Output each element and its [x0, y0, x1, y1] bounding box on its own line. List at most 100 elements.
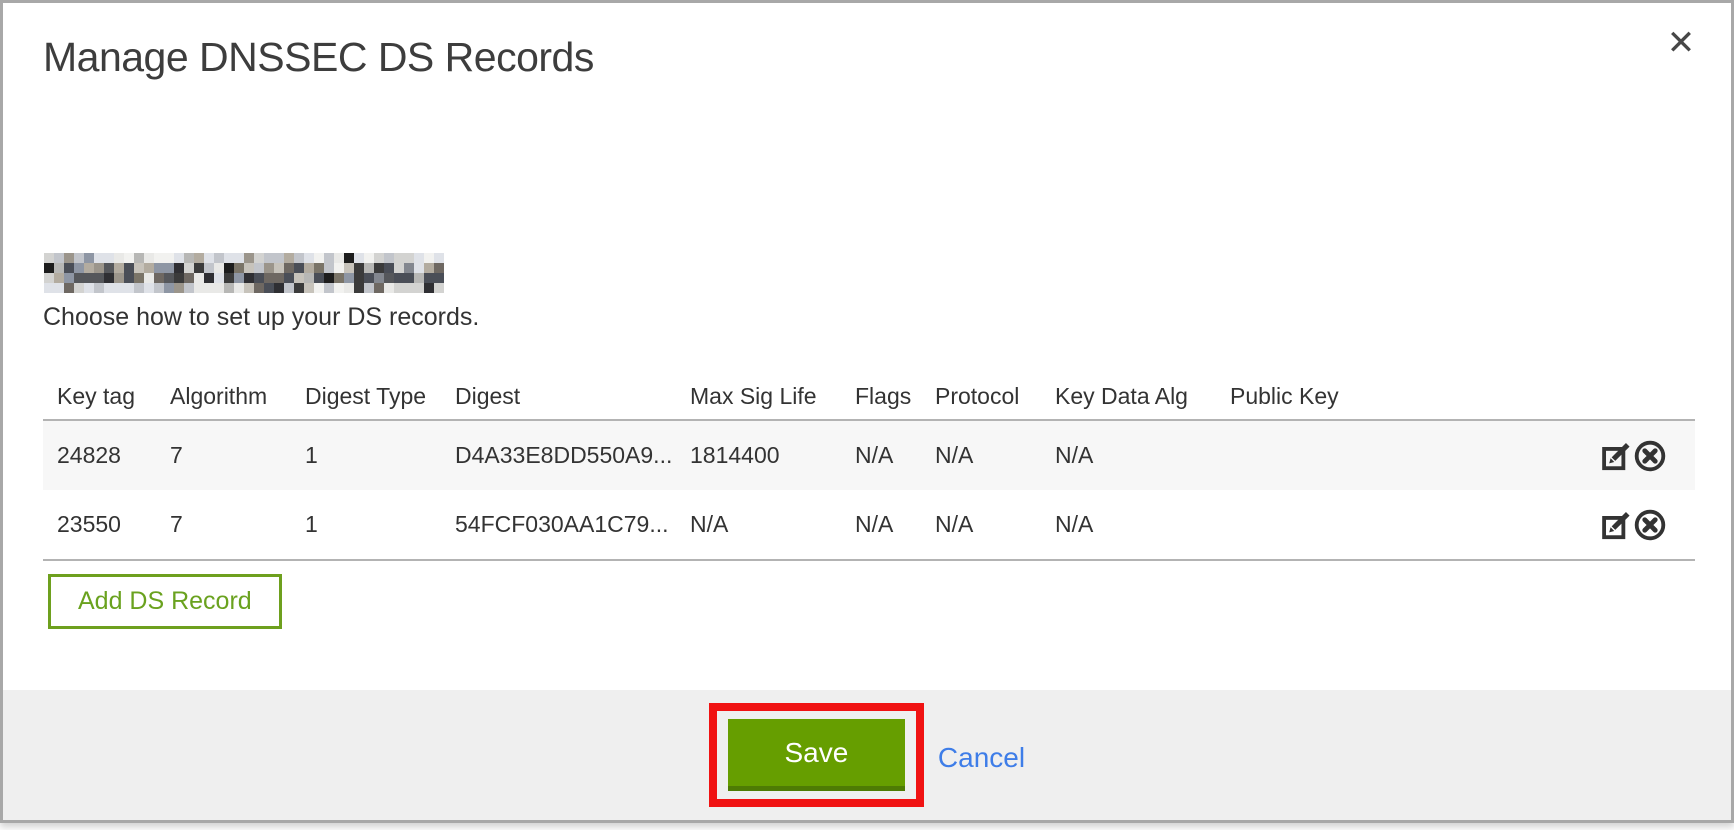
cell-flags: N/A: [843, 420, 923, 490]
redacted-pixel: [154, 283, 164, 293]
column-header-max-sig-life: Max Sig Life: [678, 373, 843, 420]
redacted-pixel: [334, 253, 344, 263]
redacted-pixel: [424, 263, 434, 273]
redacted-pixel: [344, 273, 354, 283]
cell-flags: N/A: [843, 490, 923, 560]
redacted-pixel: [64, 273, 74, 283]
delete-record-button[interactable]: [1633, 439, 1667, 473]
table-row: 2482871D4A33E8DD550A9...1814400N/AN/AN/A: [43, 420, 1695, 490]
redacted-pixel: [274, 273, 284, 283]
redacted-pixel: [134, 273, 144, 283]
row-actions: [1585, 490, 1695, 560]
redacted-pixel: [314, 273, 324, 283]
redacted-pixel: [224, 283, 234, 293]
redacted-pixel: [124, 263, 134, 273]
redacted-pixel: [404, 253, 414, 263]
redacted-pixel: [344, 263, 354, 273]
column-header-flags: Flags: [843, 373, 923, 420]
redacted-pixel: [344, 253, 354, 263]
redacted-pixel: [154, 253, 164, 263]
delete-record-button[interactable]: [1633, 508, 1667, 542]
redacted-pixel: [134, 283, 144, 293]
edit-icon: [1599, 508, 1633, 542]
redacted-pixel: [44, 283, 54, 293]
redacted-pixel: [344, 283, 354, 293]
redacted-pixel: [304, 283, 314, 293]
redacted-pixel: [74, 273, 84, 283]
save-button[interactable]: Save: [728, 719, 905, 791]
redacted-pixel: [294, 253, 304, 263]
redacted-pixel: [144, 253, 154, 263]
redacted-pixel: [284, 263, 294, 273]
redacted-pixel: [264, 263, 274, 273]
redacted-pixel: [234, 283, 244, 293]
redacted-pixel: [394, 273, 404, 283]
redacted-pixel: [224, 253, 234, 263]
redacted-pixel: [374, 263, 384, 273]
redacted-pixel: [334, 283, 344, 293]
redacted-pixel: [254, 283, 264, 293]
redacted-pixel: [234, 253, 244, 263]
redacted-pixel: [244, 263, 254, 273]
edit-record-button[interactable]: [1599, 439, 1633, 473]
cell-digest: 54FCF030AA1C79...: [443, 490, 678, 560]
redacted-pixel: [304, 263, 314, 273]
redacted-pixel: [114, 283, 124, 293]
redacted-pixel: [424, 253, 434, 263]
redacted-pixel: [374, 283, 384, 293]
redacted-pixel: [134, 263, 144, 273]
redacted-pixel: [234, 263, 244, 273]
redacted-pixel: [334, 273, 344, 283]
redacted-pixel: [414, 273, 424, 283]
redacted-pixel: [314, 253, 324, 263]
redacted-pixel: [134, 253, 144, 263]
cell-key-data-alg: N/A: [1043, 420, 1218, 490]
redacted-pixel: [354, 253, 364, 263]
redacted-pixel: [244, 253, 254, 263]
cell-public-key: [1218, 490, 1585, 560]
instruction-text: Choose how to set up your DS records.: [43, 301, 1731, 333]
redacted-pixel: [44, 263, 54, 273]
redacted-pixel: [304, 253, 314, 263]
redacted-pixel: [84, 273, 94, 283]
add-ds-record-button[interactable]: Add DS Record: [48, 574, 282, 629]
redacted-pixel: [324, 283, 334, 293]
redacted-pixel: [434, 253, 444, 263]
redacted-pixel: [84, 283, 94, 293]
redacted-pixel: [204, 283, 214, 293]
column-header-key-tag: Key tag: [43, 373, 158, 420]
redacted-pixel: [114, 253, 124, 263]
redacted-pixel: [214, 263, 224, 273]
redacted-pixel: [144, 273, 154, 283]
redacted-pixel: [324, 263, 334, 273]
redacted-pixel: [274, 283, 284, 293]
redacted-domain-name: [44, 253, 444, 293]
redacted-pixel: [64, 263, 74, 273]
redacted-pixel: [214, 273, 224, 283]
cell-key-data-alg: N/A: [1043, 490, 1218, 560]
dialog-footer: Save Cancel: [3, 690, 1731, 820]
close-button[interactable]: ✕: [1659, 21, 1703, 65]
close-icon: ✕: [1667, 26, 1696, 60]
column-header-digest-type: Digest Type: [293, 373, 443, 420]
manage-dnssec-dialog: ✕ Manage DNSSEC DS Records Choose how to…: [0, 0, 1734, 823]
redacted-pixel: [294, 273, 304, 283]
redacted-pixel: [174, 263, 184, 273]
redacted-pixel: [64, 253, 74, 263]
cell-digest: D4A33E8DD550A9...: [443, 420, 678, 490]
cancel-link[interactable]: Cancel: [938, 742, 1025, 774]
redacted-pixel: [404, 283, 414, 293]
edit-record-button[interactable]: [1599, 508, 1633, 542]
redacted-pixel: [404, 263, 414, 273]
cell-public-key: [1218, 420, 1585, 490]
redacted-pixel: [434, 283, 444, 293]
cell-digest-type: 1: [293, 420, 443, 490]
redacted-pixel: [124, 283, 134, 293]
cell-key-tag: 23550: [43, 490, 158, 560]
redacted-pixel: [424, 273, 434, 283]
redacted-pixel: [174, 253, 184, 263]
redacted-pixel: [434, 273, 444, 283]
redacted-pixel: [194, 283, 204, 293]
redacted-pixel: [394, 263, 404, 273]
redacted-pixel: [314, 283, 324, 293]
